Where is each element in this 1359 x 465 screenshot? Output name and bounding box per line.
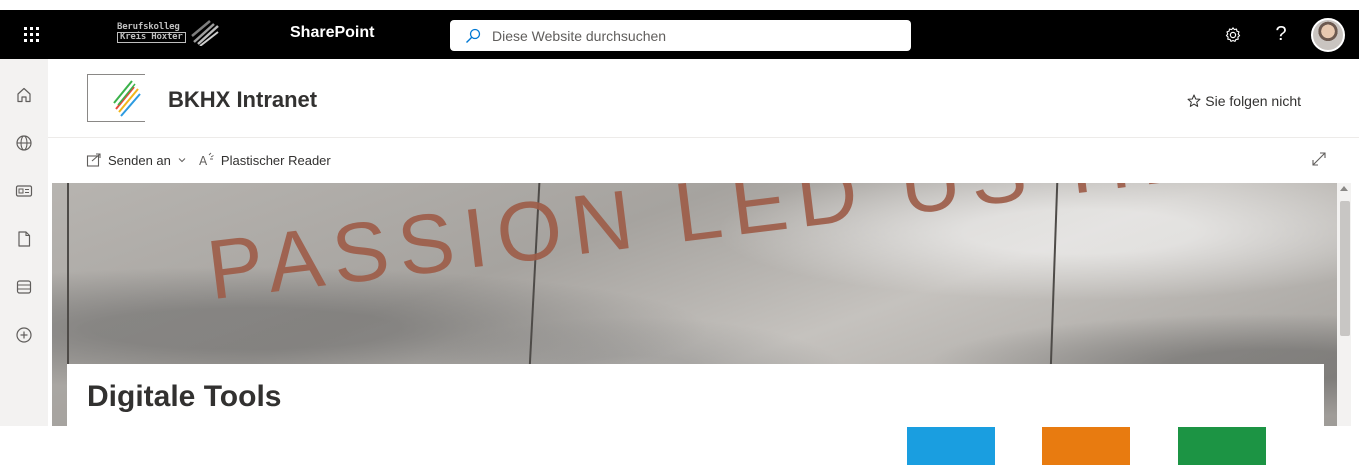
search-box[interactable] <box>450 20 911 51</box>
quick-link-tile-green[interactable] <box>1178 427 1266 465</box>
immersive-reader-icon: A <box>199 152 214 168</box>
quick-link-tile-orange[interactable] <box>1042 427 1130 465</box>
news-icon <box>15 185 33 197</box>
org-logo-line1: Berufskolleg <box>117 22 180 32</box>
appbar-news-button[interactable] <box>0 167 48 215</box>
help-icon: ? <box>1275 23 1287 45</box>
plus-circle-icon <box>16 327 32 343</box>
hero-painted-text: PASSION LED US HERE <box>202 183 1337 318</box>
scroll-up-arrow-icon[interactable] <box>1340 186 1348 191</box>
search-icon <box>464 27 482 45</box>
immersive-reader-label: Plastischer Reader <box>220 152 331 168</box>
home-icon <box>17 87 31 103</box>
search-input[interactable] <box>492 27 872 44</box>
org-logo[interactable]: Berufskolleg Kreis Höxter <box>117 20 220 46</box>
site-header: BKHX Intranet Sie folgen nicht <box>48 59 1359 138</box>
site-logo[interactable] <box>87 74 145 122</box>
app-bar <box>0 59 48 426</box>
appbar-sites-button[interactable] <box>0 119 48 167</box>
hero-scrollbar[interactable] <box>1337 183 1351 426</box>
file-icon <box>18 231 31 247</box>
gear-icon <box>1225 26 1241 42</box>
settings-button[interactable] <box>1209 10 1257 59</box>
org-logo-line2: Kreis Höxter <box>117 32 186 43</box>
avatar[interactable] <box>1311 17 1345 52</box>
send-to-label: Senden an <box>108 152 171 168</box>
app-name[interactable]: SharePoint <box>290 24 374 42</box>
org-logo-text: Berufskolleg Kreis Höxter <box>117 23 186 43</box>
site-logo-stripes-icon <box>113 80 141 117</box>
appbar-files-button[interactable] <box>0 215 48 263</box>
page-title: Digitale Tools <box>87 380 282 413</box>
page-title-card: Digitale Tools <box>67 364 1324 426</box>
quick-link-tile-blue[interactable] <box>907 427 995 465</box>
chevron-down-icon <box>178 158 186 163</box>
suite-bar: Berufskolleg Kreis Höxter SharePoint Die… <box>0 10 1359 59</box>
scrollbar-thumb[interactable] <box>1340 201 1350 336</box>
expand-button[interactable] <box>1311 151 1327 172</box>
send-to-button[interactable]: Senden an <box>86 152 187 168</box>
star-icon <box>1187 94 1201 107</box>
appbar-lists-button[interactable] <box>0 263 48 311</box>
immersive-reader-button[interactable]: A Plastischer Reader <box>199 152 331 169</box>
expand-icon <box>1312 152 1326 166</box>
org-logo-stripes-icon <box>190 20 219 46</box>
app-launcher-button[interactable] <box>0 10 62 59</box>
follow-button[interactable]: Sie folgen nicht <box>1187 93 1301 109</box>
suite-right-actions: ? <box>1209 10 1359 59</box>
globe-icon <box>16 135 32 151</box>
waffle-icon <box>23 27 39 42</box>
appbar-create-button[interactable] <box>0 311 48 359</box>
list-icon <box>16 280 32 294</box>
help-button[interactable]: ? <box>1257 10 1305 59</box>
site-title[interactable]: BKHX Intranet <box>168 87 317 113</box>
command-bar: Senden an A Plastischer Reader <box>48 138 1359 182</box>
appbar-home-button[interactable] <box>0 71 48 119</box>
svg-text:A: A <box>199 154 208 168</box>
follow-label: Sie folgen nicht <box>1205 93 1301 109</box>
share-icon <box>86 153 101 167</box>
